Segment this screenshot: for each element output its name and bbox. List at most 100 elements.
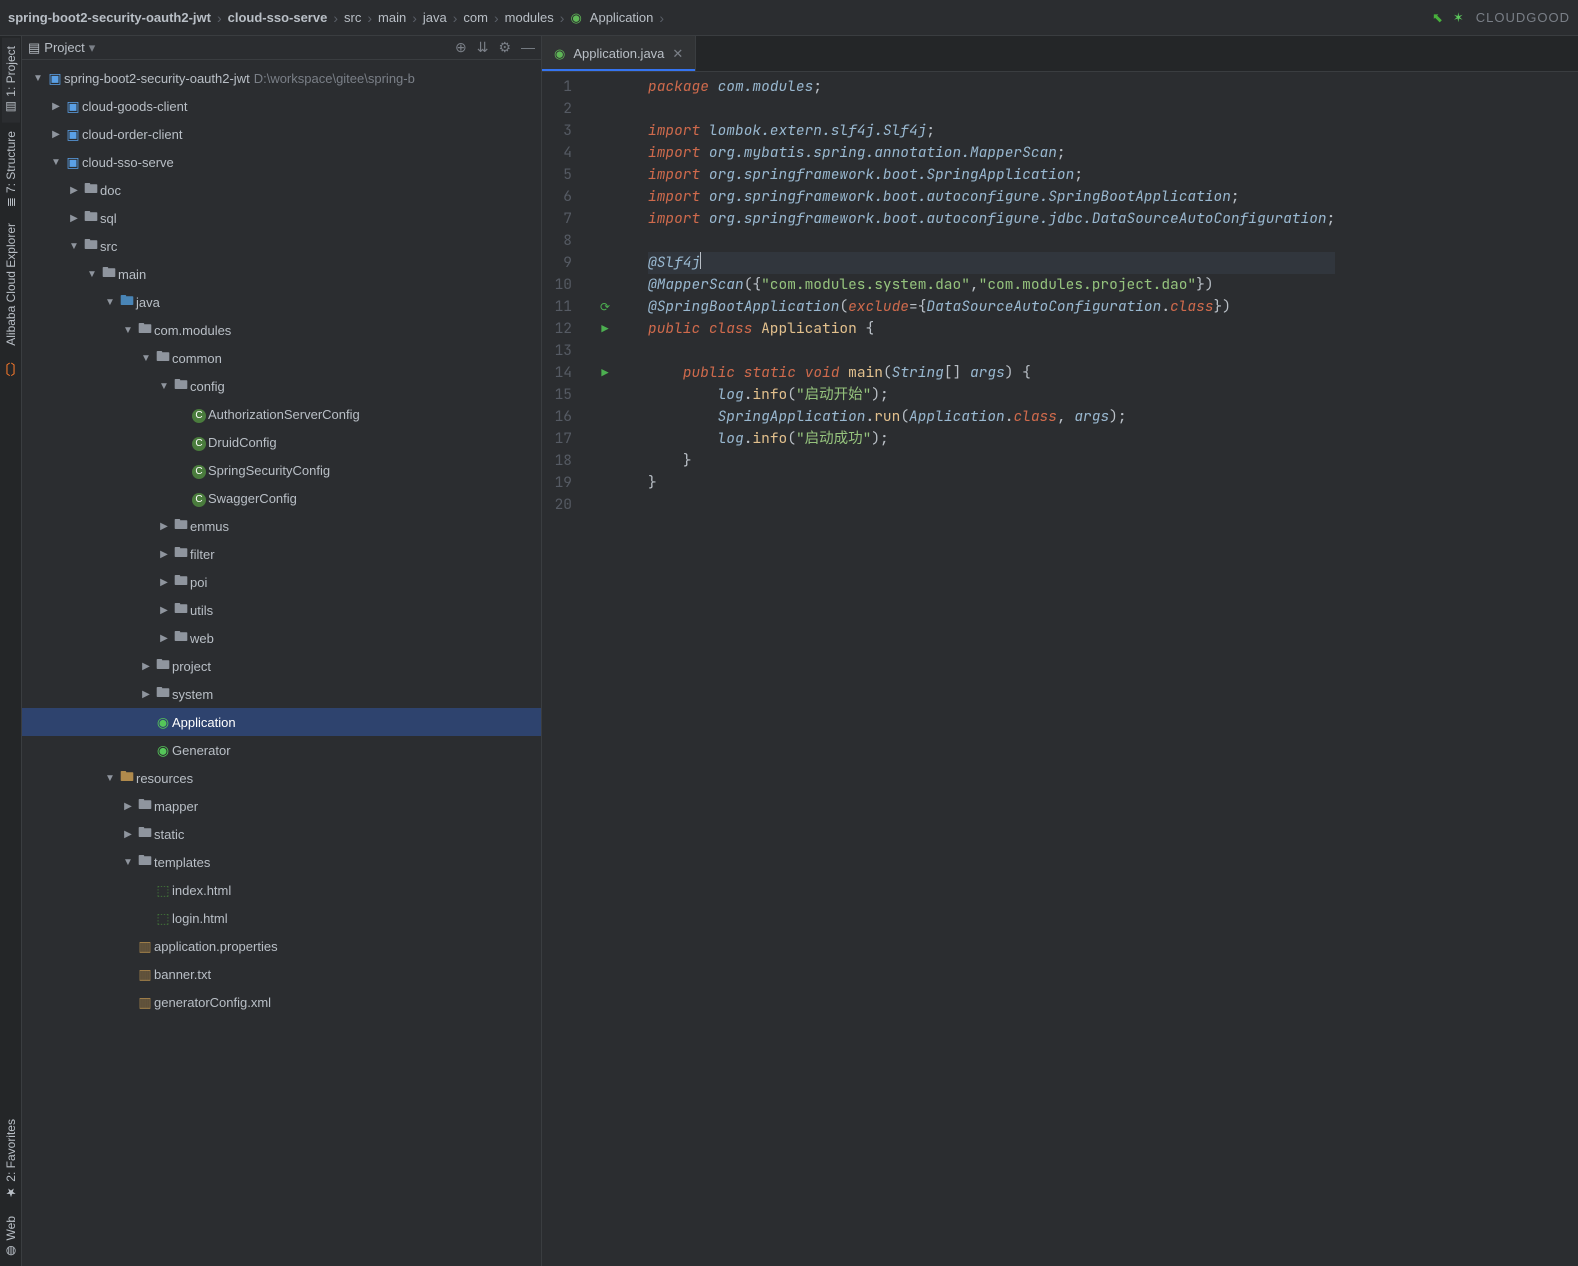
tree-node[interactable]: ◉Application [22,708,541,736]
breadcrumb-item[interactable]: main [378,10,406,25]
tree-node[interactable]: CDruidConfig [22,428,541,456]
tree-node[interactable]: ▶🖿filter [22,540,541,568]
tree-twisty-icon[interactable]: ▶ [138,661,154,672]
tree-twisty-icon[interactable]: ▼ [120,857,136,868]
code-line[interactable]: @MapperScan({"com.modules.system.dao","c… [648,274,1335,296]
tool-tab-favorites[interactable]: ★ 2: Favorites [2,1111,20,1208]
breadcrumb-item[interactable]: cloud-sso-serve [228,10,328,25]
tree-node[interactable]: ▼▣cloud-sso-serve [22,148,541,176]
breadcrumb-item[interactable]: com [463,10,488,25]
tool-tab-structure[interactable]: ≣ 7: Structure [2,123,20,215]
code-line[interactable] [648,340,1335,362]
tree-twisty-icon[interactable]: ▶ [48,101,64,112]
tree-node[interactable]: ▶🖿enmus [22,512,541,540]
code-line[interactable]: log.info("启动成功"); [648,428,1335,450]
tree-twisty-icon[interactable]: ▶ [120,801,136,812]
tree-node[interactable]: ⬚index.html [22,876,541,904]
code-content[interactable]: package com.modules; import lombok.exter… [618,72,1335,1266]
tree-node[interactable]: ▼🖿java [22,288,541,316]
tree-node[interactable]: ▶🖿system [22,680,541,708]
tree-twisty-icon[interactable]: ▶ [156,577,172,588]
run-gutter-icon[interactable]: ▶ [601,321,608,337]
tree-twisty-icon[interactable]: ▶ [48,129,64,140]
code-line[interactable]: @SpringBootApplication(exclude={DataSour… [648,296,1335,318]
tree-twisty-icon[interactable]: ▶ [156,633,172,644]
tree-twisty-icon[interactable]: ▼ [138,353,154,364]
code-line[interactable]: import org.springframework.boot.SpringAp… [648,164,1335,186]
tree-node[interactable]: ▥application.properties [22,932,541,960]
tree-twisty-icon[interactable]: ▶ [66,185,82,196]
code-line[interactable]: log.info("启动开始"); [648,384,1335,406]
tool-tab-web[interactable]: ◍ Web [2,1208,20,1266]
close-tab-icon[interactable]: ✕ [672,46,683,62]
tree-twisty-icon[interactable]: ▼ [48,157,64,168]
tree-node[interactable]: ▥generatorConfig.xml [22,988,541,1016]
vcs-actions-icon[interactable]: ⬉ [1432,10,1443,26]
breadcrumb-item[interactable]: modules [505,10,554,25]
code-line[interactable]: @Slf4j [648,252,1335,274]
tree-twisty-icon[interactable]: ▶ [156,549,172,560]
tree-node[interactable]: ▼🖿config [22,372,541,400]
tree-node[interactable]: ▶▣cloud-order-client [22,120,541,148]
breadcrumb-item[interactable]: Application [590,10,654,25]
code-line[interactable] [648,230,1335,252]
tree-node[interactable]: ▶🖿doc [22,176,541,204]
code-line[interactable]: package com.modules; [648,76,1335,98]
tree-node[interactable]: ◉Generator [22,736,541,764]
code-line[interactable]: import org.springframework.boot.autoconf… [648,186,1335,208]
tree-twisty-icon[interactable]: ▼ [102,773,118,784]
tree-node[interactable]: ▶🖿static [22,820,541,848]
project-view-title[interactable]: Project [44,40,84,55]
tool-tab-alibaba[interactable]: Alibaba Cloud Explorer [2,215,20,354]
project-tree[interactable]: ▼▣spring-boot2-security-oauth2-jwtD:\wor… [22,60,541,1266]
tree-node[interactable]: ▼🖿templates [22,848,541,876]
recursive-call-icon[interactable]: ⟳ [600,299,610,315]
tree-node[interactable]: ▼🖿resources [22,764,541,792]
collapse-all-icon[interactable]: ⇊ [477,39,489,56]
tree-twisty-icon[interactable]: ▼ [156,381,172,392]
tree-node[interactable]: ▶▣cloud-goods-client [22,92,541,120]
tree-node[interactable]: ▶🖿project [22,652,541,680]
tree-node[interactable]: ▥banner.txt [22,960,541,988]
tree-node[interactable]: ▼▣spring-boot2-security-oauth2-jwtD:\wor… [22,64,541,92]
tree-node[interactable]: ▼🖿src [22,232,541,260]
code-line[interactable]: import org.mybatis.spring.annotation.Map… [648,142,1335,164]
settings-gear-icon[interactable]: ⚙ [498,39,511,56]
run-gutter-icon[interactable]: ▶ [601,365,608,381]
run-gutter[interactable]: ⟳ ▶ ▶ [592,72,618,1266]
tree-node[interactable]: ▼🖿common [22,344,541,372]
tree-node[interactable]: ▶🖿utils [22,596,541,624]
tree-node[interactable]: ▶🖿mapper [22,792,541,820]
tree-twisty-icon[interactable]: ▶ [120,829,136,840]
code-editor[interactable]: 1234567891011121314151617181920 ⟳▶▶ pack… [542,72,1578,1266]
code-line[interactable]: } [648,450,1335,472]
chevron-down-icon[interactable]: ▾ [89,40,96,56]
code-line[interactable]: import lombok.extern.slf4j.Slf4j; [648,120,1335,142]
breadcrumb-item[interactable]: spring-boot2-security-oauth2-jwt [8,10,211,25]
tree-node[interactable]: ▶🖿sql [22,204,541,232]
code-line[interactable] [648,98,1335,120]
code-line[interactable]: SpringApplication.run(Application.class,… [648,406,1335,428]
scroll-target-icon[interactable]: ⊕ [455,39,467,56]
tool-tab-project[interactable]: ▤ 1: Project [2,38,20,123]
tree-node[interactable]: CSpringSecurityConfig [22,456,541,484]
tree-node[interactable]: ▼🖿main [22,260,541,288]
code-line[interactable]: public static void main(String[] args) { [648,362,1335,384]
breadcrumb-item[interactable]: src [344,10,361,25]
tree-twisty-icon[interactable]: ▶ [138,689,154,700]
tree-twisty-icon[interactable]: ▶ [66,213,82,224]
tree-twisty-icon[interactable]: ▼ [30,73,46,84]
tree-twisty-icon[interactable]: ▼ [84,269,100,280]
tree-node[interactable]: ▶🖿web [22,624,541,652]
editor-tab-application[interactable]: ◉ Application.java ✕ [542,36,696,71]
tree-twisty-icon[interactable]: ▼ [102,297,118,308]
cloud-status[interactable]: ✶ CLOUDGOOD [1453,10,1570,26]
hide-panel-icon[interactable]: — [521,39,535,56]
tree-twisty-icon[interactable]: ▶ [156,605,172,616]
tree-node[interactable]: CSwaggerConfig [22,484,541,512]
alibaba-icon[interactable]: 〔〕 [0,360,25,380]
code-line[interactable] [648,494,1335,516]
code-line[interactable]: public class Application { [648,318,1335,340]
tree-node[interactable]: ▼🖿com.modules [22,316,541,344]
tree-twisty-icon[interactable]: ▼ [66,241,82,252]
